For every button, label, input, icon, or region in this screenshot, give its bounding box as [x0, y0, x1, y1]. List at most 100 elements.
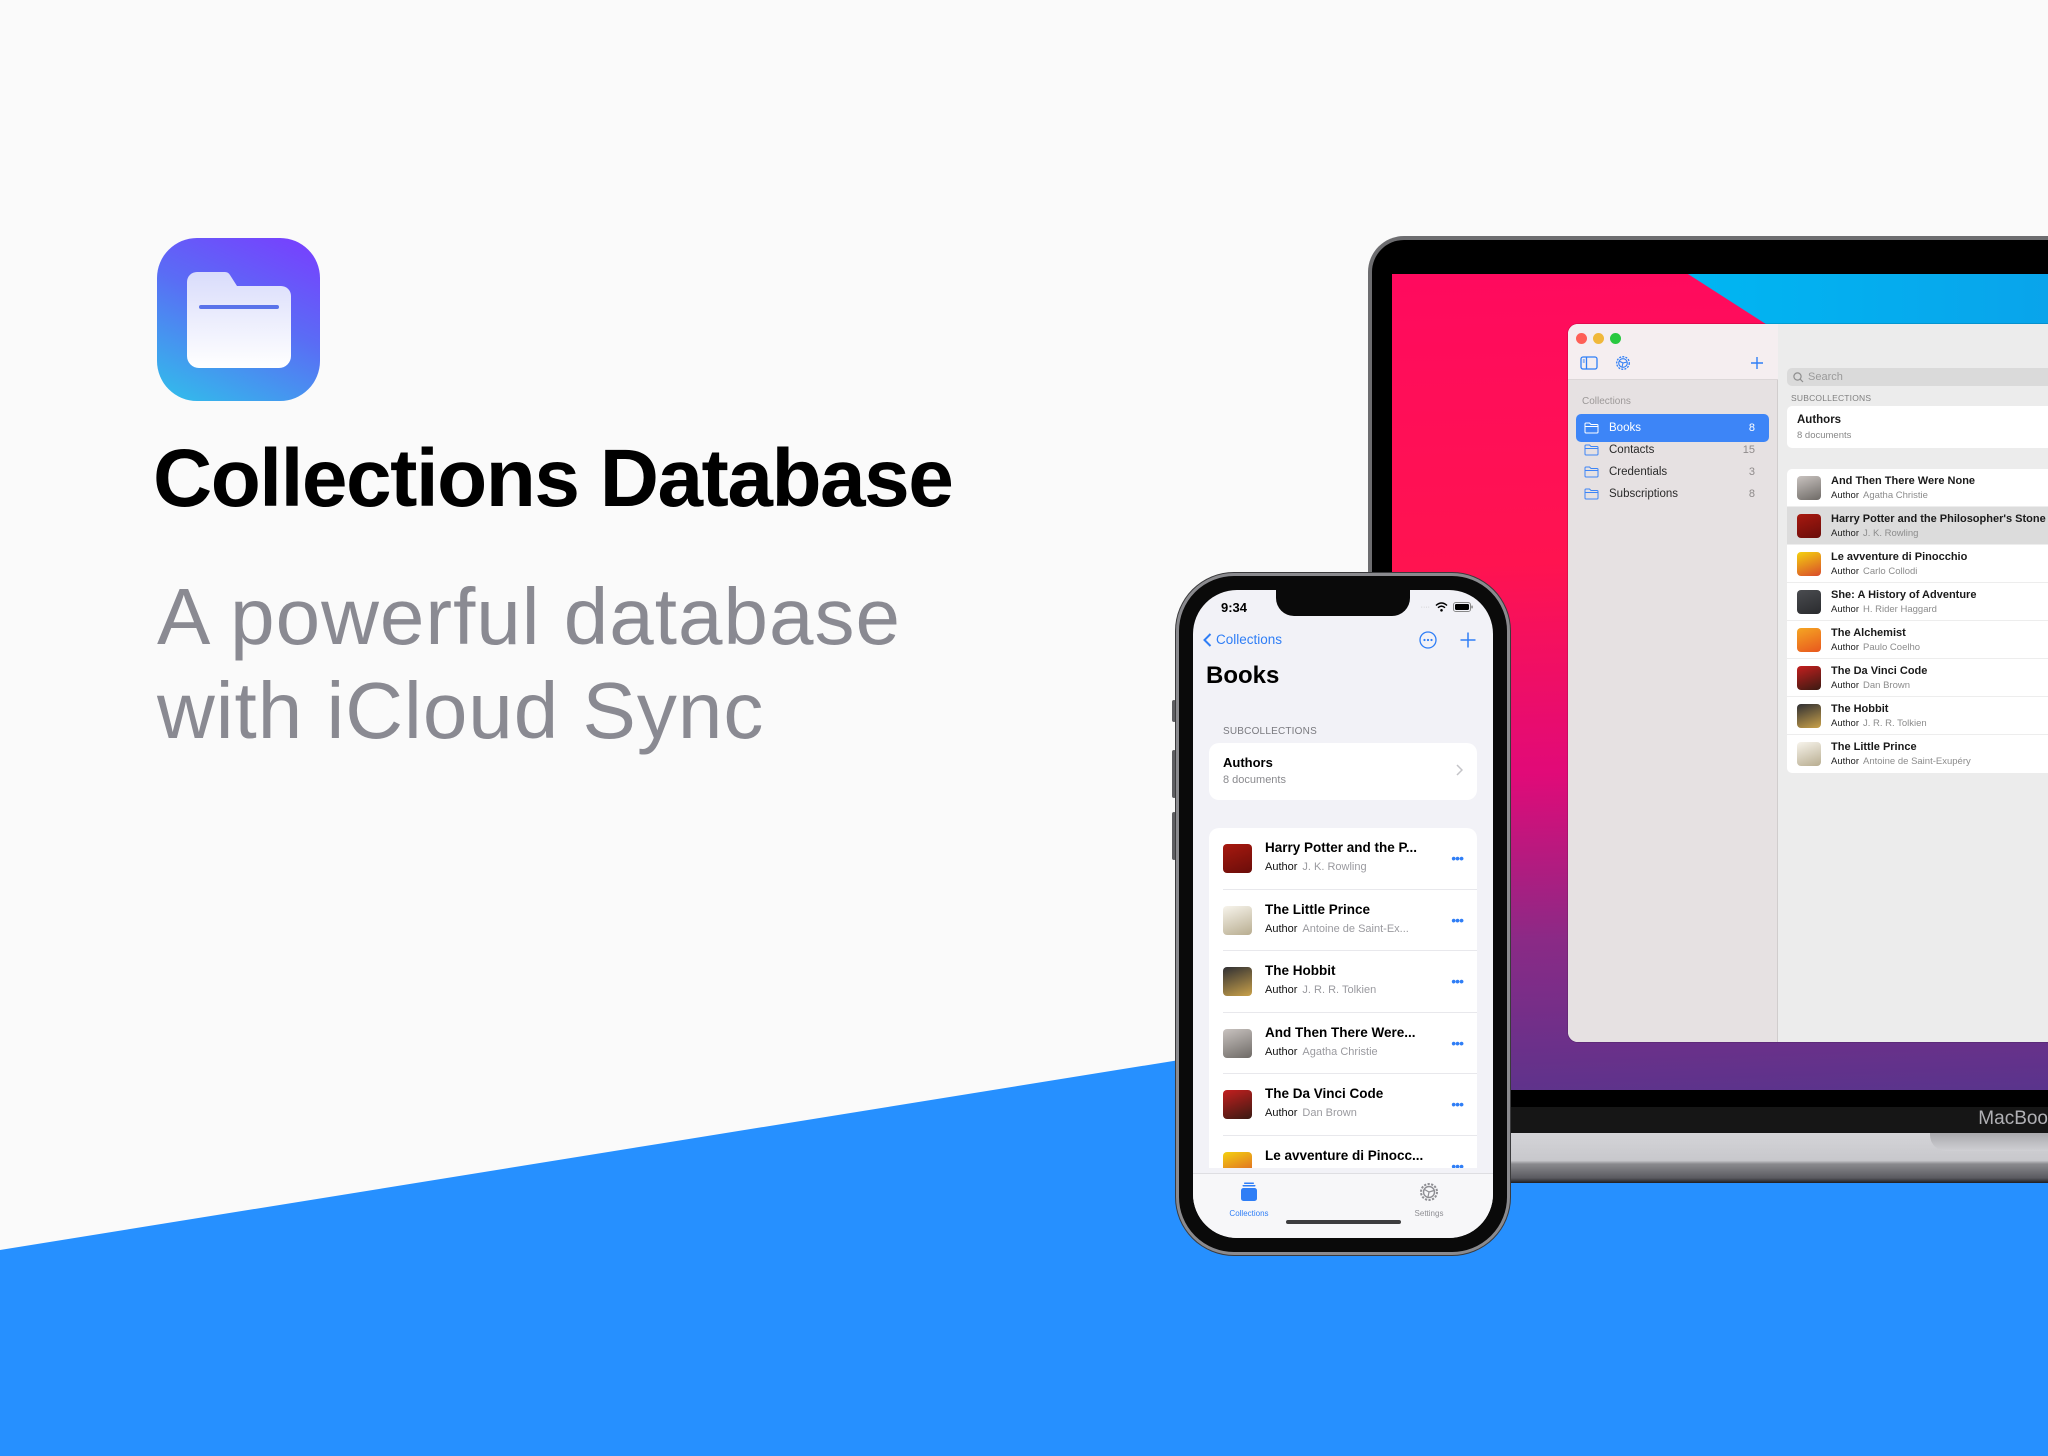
subcollection-title: Authors: [1223, 755, 1273, 770]
sidebar-item-count: 15: [1742, 444, 1755, 456]
subcollection-authors[interactable]: Authors 8 documents: [1209, 743, 1477, 800]
document-row[interactable]: Le avventure di Pinocc...AuthorCarlo Col…: [1209, 1136, 1477, 1169]
folder-icon: [187, 272, 291, 368]
tab-label: Collections: [1229, 1209, 1269, 1218]
document-title: Le avventure di Pinocchio: [1831, 551, 1968, 563]
document-row[interactable]: The Alchemist Author Paulo Coelho: [1787, 621, 2048, 659]
document-row[interactable]: Le avventure di Pinocchio Author Carlo Col…: [1787, 545, 2048, 583]
more-options-button[interactable]: •••: [1451, 973, 1464, 989]
sidebar-item-label: Subscriptions: [1609, 488, 1679, 500]
tab-collections[interactable]: Collections: [1209, 1182, 1289, 1218]
sidebar-toggle-icon[interactable]: [1580, 355, 1598, 371]
subcollection-subtitle: 8 documents: [1797, 430, 1852, 441]
document-list: Harry Potter and the P... Author J. K. Row…: [1209, 828, 1477, 1168]
minimize-window-button[interactable]: [1593, 333, 1604, 344]
author-label: Author: [1831, 528, 1859, 539]
document-row[interactable]: The Little Prince Author Antoine de Saint-…: [1209, 890, 1477, 952]
author-label: Author: [1831, 718, 1859, 729]
folder-icon: [1584, 444, 1599, 456]
book-cover-thumbnail: [1223, 1028, 1252, 1058]
author-value: J. K. Rowling: [1302, 861, 1367, 873]
zoom-window-button[interactable]: [1610, 333, 1621, 344]
document-list: And Then There Were None Author Agatha Chr…: [1787, 469, 2048, 773]
tagline: A powerful database with iCloud Sync: [157, 570, 901, 758]
more-options-button[interactable]: •••: [1451, 912, 1464, 928]
more-options-button[interactable]: •••: [1451, 850, 1464, 866]
close-window-button[interactable]: [1576, 333, 1587, 344]
sidebar-item-count: 8: [1748, 488, 1755, 500]
search-placeholder: Search: [1808, 371, 1843, 383]
subcollection-title: Authors: [1797, 414, 1842, 426]
document-row[interactable]: The Hobbit Author J. R. R. Tolkien •••: [1209, 951, 1477, 1013]
home-indicator: [1286, 1220, 1401, 1224]
iphone-notch: [1276, 590, 1410, 616]
document-author: Author Dan Brown: [1831, 680, 1910, 691]
document-row[interactable]: She: A History of Adventure Author H. Ride…: [1787, 583, 2048, 621]
mac-main-pane: Books Search SUBCOLLECTIONS Authors 8 do…: [1779, 324, 2048, 1042]
document-row[interactable]: Harry Potter and the Philosopher's Stone…: [1787, 507, 2048, 545]
author-label: Author: [1831, 642, 1859, 653]
app-icon: [157, 238, 320, 401]
mac-app-window: Collections Books 8 Contacts 15 Credentials 3…: [1568, 324, 2048, 1042]
author-label: Author: [1831, 756, 1859, 767]
plus-icon[interactable]: [1748, 355, 1766, 371]
sidebar-item-subscriptions[interactable]: Subscriptions 8: [1576, 480, 1769, 508]
macbook-trackpad-notch: [1930, 1133, 2048, 1151]
author-value: J. K. Rowling: [1863, 528, 1919, 539]
document-author: Author Antoine de Saint-Ex...: [1265, 923, 1409, 935]
document-row[interactable]: The Da Vinci Code Author Dan Brown: [1787, 659, 2048, 697]
author-value: J. R. R. Tolkien: [1302, 984, 1377, 996]
author-label: Author: [1831, 566, 1859, 577]
document-author: Author H. Rider Haggard: [1831, 604, 1937, 615]
book-cover-thumbnail: [1223, 844, 1252, 873]
document-author: Author J. R. R. Tolkien: [1265, 984, 1376, 996]
author-value: Agatha Christie: [1302, 1045, 1378, 1058]
plus-icon[interactable]: [1459, 631, 1477, 649]
document-row[interactable]: And Then There Were None Author Agatha Chr…: [1787, 469, 2048, 507]
more-options-button[interactable]: •••: [1451, 1158, 1464, 1169]
ellipsis-circle-icon[interactable]: [1419, 631, 1437, 649]
sidebar-item-count: 3: [1748, 466, 1755, 478]
document-row[interactable]: The Hobbit Author J. R. R. Tolkien: [1787, 697, 2048, 735]
status-time: 9:34: [1221, 600, 1248, 615]
author-label: Author: [1831, 604, 1859, 615]
tagline-line-2: with iCloud Sync: [157, 666, 765, 755]
author-value: J. R. R. Tolkien: [1863, 718, 1927, 729]
document-title: She: A History of Adventure: [1831, 589, 1977, 601]
folder-icon: [1584, 422, 1599, 434]
document-row[interactable]: The Little Prince Author Antoine de Saint-…: [1787, 735, 2048, 773]
author-value: Antoine de Saint-Ex...: [1302, 922, 1409, 935]
author-label: Author: [1831, 680, 1859, 691]
search-icon: [1793, 371, 1804, 382]
wifi-icon: [1435, 602, 1448, 612]
subcollections-header: SUBCOLLECTIONS: [1223, 726, 1317, 737]
sidebar-item-label: Credentials: [1609, 466, 1668, 478]
book-cover-thumbnail: [1797, 704, 1821, 728]
document-title: Harry Potter and the Philosopher's Stone: [1831, 513, 2046, 525]
collections-stack-icon: [1241, 1182, 1257, 1201]
book-cover-thumbnail: [1797, 628, 1821, 652]
document-title: The Hobbit: [1831, 703, 1889, 715]
book-cover-thumbnail: [1223, 1090, 1252, 1119]
document-row[interactable]: Harry Potter and the P... Author J. K. Row…: [1209, 828, 1477, 890]
document-title: And Then There Were...: [1265, 1024, 1416, 1040]
main-title: Books: [1779, 346, 2048, 360]
folder-icon: [1584, 466, 1599, 478]
document-author: Author J. R. R. Tolkien: [1831, 718, 1927, 729]
subcollections-header: SUBCOLLECTIONS: [1791, 393, 1872, 403]
tab-settings[interactable]: Settings: [1389, 1182, 1469, 1218]
search-input[interactable]: Search: [1787, 368, 2048, 386]
document-row[interactable]: And Then There Were... Author Agatha Chris…: [1209, 1013, 1477, 1075]
tab-label: Settings: [1414, 1209, 1444, 1218]
more-options-button[interactable]: •••: [1451, 1096, 1464, 1112]
document-row[interactable]: The Da Vinci Code Author Dan Brown •••: [1209, 1074, 1477, 1136]
book-cover-thumbnail: [1797, 476, 1821, 500]
page-title: Books: [1206, 662, 1280, 689]
subcollection-authors[interactable]: Authors 8 documents: [1787, 406, 2048, 448]
back-button[interactable]: Collections: [1203, 632, 1282, 647]
settings-gear-icon: [1420, 1183, 1438, 1201]
document-author: Author Paulo Coelho: [1831, 642, 1920, 653]
settings-gear-icon[interactable]: [1614, 355, 1632, 371]
more-options-button[interactable]: •••: [1451, 1035, 1464, 1051]
sidebar-item-label: Books: [1609, 422, 1641, 434]
